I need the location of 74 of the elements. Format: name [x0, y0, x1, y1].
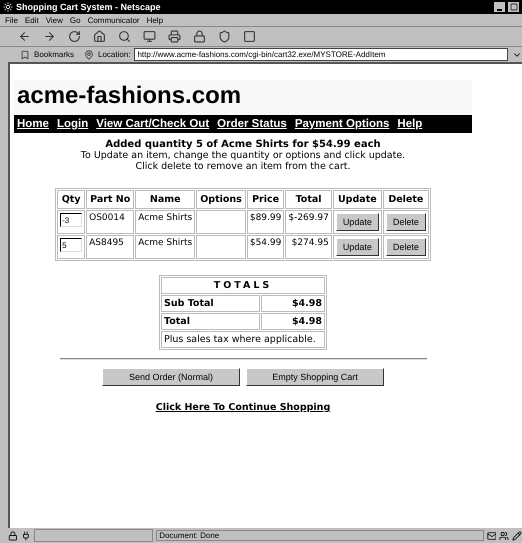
instruction-text: To Update an item, change the quantity or options and click update. — [80, 150, 406, 161]
table-cell: $4.98 — [260, 313, 325, 330]
table-cell: $54.99 — [246, 235, 284, 259]
quantity-field[interactable]: -3 — [60, 213, 82, 227]
table-cell: Acme Shirts — [135, 210, 196, 234]
menu-item[interactable]: File — [5, 16, 18, 24]
forward-icon[interactable] — [43, 30, 56, 43]
minimize-button[interactable] — [494, 2, 505, 12]
bookmarks-button[interactable]: Bookmarks — [34, 50, 74, 59]
table-cell: AS8495 — [86, 235, 134, 259]
monitor-icon[interactable] — [143, 30, 156, 43]
search-icon[interactable] — [118, 30, 131, 43]
column-header: Price — [246, 190, 284, 209]
table-cell: $274.95 — [285, 235, 332, 259]
people-icon[interactable] — [499, 530, 510, 540]
form-button[interactable]: Empty Shopping Cart — [246, 368, 384, 386]
menu-item[interactable]: Communicator — [88, 16, 140, 24]
nav-link[interactable]: Login — [56, 118, 88, 130]
nav-link[interactable]: Payment Options — [294, 118, 390, 130]
totals-title: TOTALS — [161, 277, 325, 294]
column-header: Total — [285, 190, 332, 209]
column-header: Qty — [57, 190, 86, 209]
print-icon[interactable] — [168, 30, 181, 43]
column-header: Update — [332, 190, 382, 209]
column-header: Name — [135, 190, 196, 209]
bookmark-icon[interactable] — [20, 50, 30, 60]
pencil-icon[interactable] — [512, 530, 522, 540]
maximize-button[interactable] — [508, 2, 519, 12]
reload-icon[interactable] — [68, 30, 81, 43]
menu-item[interactable]: Go — [70, 16, 81, 24]
menu-item[interactable]: View — [46, 16, 63, 24]
cart-message: Added quantity 5 of Acme Shirts for $54.99 each — [105, 139, 381, 150]
location-icon — [84, 50, 94, 60]
stop-icon[interactable] — [243, 30, 256, 43]
update-button[interactable]: Update — [336, 213, 379, 231]
url-field[interactable]: http://www.acme-fashions.com/cgi-bin/cart32.exe/MYSTORE-AddItem — [134, 48, 508, 61]
instruction-text: Click delete to remove an item from the cart. — [135, 161, 351, 172]
form-button[interactable]: Send Order (Normal) — [102, 368, 240, 386]
nav-link[interactable]: Help — [397, 118, 422, 130]
minimize-icon — [497, 8, 502, 10]
table-cell: OS0014 — [86, 210, 134, 234]
site-logo: acme-fashions.com — [14, 80, 472, 115]
quantity-field[interactable]: 5 — [60, 238, 82, 252]
table-cell: Total — [161, 313, 260, 330]
column-header: Options — [196, 190, 246, 209]
home-icon[interactable] — [93, 30, 106, 43]
menu-item[interactable]: Help — [146, 16, 164, 24]
continue-shopping-link[interactable]: Click Here To Continue Shopping — [156, 402, 330, 413]
nav-link[interactable]: Order Status — [217, 118, 287, 130]
column-header: Delete — [382, 190, 429, 209]
table-cell: $89.99 — [246, 210, 284, 234]
lock-icon[interactable] — [193, 30, 206, 43]
app-icon — [3, 2, 13, 12]
maximize-icon — [510, 3, 518, 11]
nav-link[interactable]: Home — [17, 118, 49, 130]
plug-icon — [20, 530, 31, 540]
table-cell: $4.98 — [260, 295, 325, 312]
menu-item[interactable]: Edit — [24, 16, 39, 24]
location-label: Location: — [98, 50, 130, 59]
delete-button[interactable]: Delete — [386, 238, 426, 256]
lock-icon — [8, 530, 18, 540]
mail-icon[interactable] — [486, 530, 496, 540]
table-cell: Sub Total — [161, 295, 260, 312]
delete-button[interactable]: Delete — [386, 213, 426, 231]
table-cell: Acme Shirts — [135, 235, 196, 259]
update-button[interactable]: Update — [336, 238, 379, 256]
window-title: Shopping Cart System - Netscape — [16, 2, 162, 12]
column-header: Part No — [86, 190, 134, 209]
back-icon[interactable] — [18, 30, 31, 43]
tax-note: Plus sales tax where applicable. — [161, 331, 325, 348]
status-text: Document: Done — [156, 530, 484, 541]
shield-icon[interactable] — [218, 30, 231, 43]
nav-link[interactable]: View Cart/Check Out — [96, 118, 210, 130]
table-cell: $-269.97 — [285, 210, 332, 234]
